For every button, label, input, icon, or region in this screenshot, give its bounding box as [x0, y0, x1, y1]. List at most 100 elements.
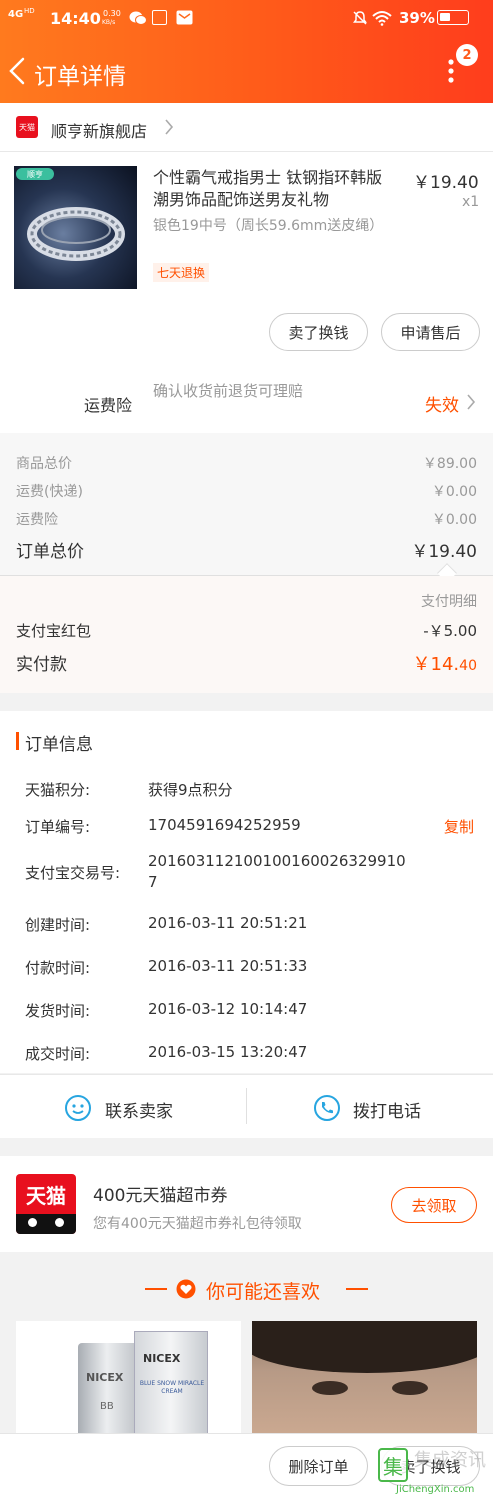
photo-hair	[252, 1321, 477, 1373]
info-label-created: 创建时间:	[25, 916, 91, 934]
goods-total-label: 商品总价	[16, 456, 72, 472]
paid-amount-yuan: ￥14.	[412, 654, 460, 675]
paid-label: 实付款	[16, 655, 67, 675]
info-label-alipay-no: 支付宝交易号:	[25, 864, 121, 882]
watermark-site: JiChengXin.com	[396, 1484, 475, 1495]
copy-button[interactable]: 复制	[444, 816, 474, 837]
back-arrow-icon[interactable]	[6, 56, 28, 90]
message-badge: 2	[456, 44, 478, 66]
ring-image	[27, 207, 125, 261]
info-value-created: 2016-03-11 20:51:21	[148, 914, 308, 932]
tmall-logo-eye	[55, 1218, 64, 1227]
insurance-label: 运费险	[84, 396, 133, 415]
net-speed: 0.30	[103, 9, 121, 18]
status-time: 14:40	[50, 9, 101, 28]
paid-amount-cents: 40	[459, 658, 477, 674]
redpacket-value: -￥5.00	[423, 622, 477, 640]
mail-icon	[176, 10, 193, 29]
tmall-logo: 天猫	[16, 1174, 76, 1234]
call-phone-button[interactable]: 拨打电话	[247, 1075, 493, 1138]
delete-order-button[interactable]: 删除订单	[269, 1446, 368, 1486]
contact-seller-button[interactable]: 联系卖家	[0, 1075, 246, 1138]
goods-total-value: ￥89.00	[422, 456, 477, 472]
info-label-shipped: 发货时间:	[25, 1002, 91, 1020]
claim-coupon-button[interactable]: 去领取	[391, 1187, 477, 1223]
chevron-right-icon[interactable]	[466, 393, 476, 415]
tmall-logo-eye	[28, 1218, 37, 1227]
thumb-shop-tag: 顺亨	[16, 168, 54, 180]
tmall-logo-face	[16, 1214, 76, 1234]
info-label-order-no: 订单编号:	[25, 818, 91, 836]
product-price: ￥19.40	[413, 173, 479, 193]
resell-button[interactable]: 卖了换钱	[269, 313, 368, 351]
chat-face-icon	[64, 1094, 92, 1126]
info-value-order-no: 1704591694252959	[148, 816, 301, 834]
battery-icon	[437, 10, 469, 25]
heart-icon	[176, 1279, 196, 1303]
insurance-desc: 确认收货前退货可理赔	[153, 382, 304, 400]
product-tube-image: NICEX BB	[78, 1343, 142, 1433]
order-total-value: ￥19.40	[411, 542, 477, 562]
redpacket-label: 支付宝红包	[16, 622, 92, 640]
call-phone-label: 拨打电话	[353, 1102, 421, 1122]
more-menu-icon[interactable]	[447, 58, 455, 88]
tube-bb-text: BB	[100, 1401, 114, 1412]
insurance-fee-value: ￥0.00	[431, 512, 477, 528]
watermark-logo: 集	[378, 1448, 408, 1482]
net-speed-unit: KB/s	[102, 19, 116, 26]
battery-percent: 39%	[399, 9, 435, 27]
shop-name[interactable]: 顺亨新旗舰店	[51, 118, 147, 142]
sim-icon	[152, 10, 167, 25]
divider	[0, 151, 493, 152]
info-value-points: 获得9点积分	[148, 781, 233, 799]
wechat-icon	[129, 10, 147, 30]
info-value-paid: 2016-03-11 20:51:33	[148, 957, 308, 975]
contact-seller-label: 联系卖家	[105, 1102, 173, 1122]
network-indicator: 4G	[8, 9, 24, 20]
product-spec: 银色19中号（周长59.6mm送皮绳）	[153, 218, 384, 234]
recommend-title: 你可能还喜欢	[206, 1281, 321, 1303]
order-total-label: 订单总价	[16, 542, 84, 562]
box-desc-text: BLUE SNOW MIRACLE CREAM	[139, 1380, 205, 1395]
info-value-shipped: 2016-03-12 10:14:47	[148, 1000, 308, 1018]
tmall-logo-text: 天猫	[26, 1184, 66, 1208]
info-value-alipay-no: 2016031121001001600263299107	[148, 852, 406, 891]
box-brand-text: NICEX	[143, 1352, 181, 1365]
recommend-product-card[interactable]: NICEX BB NICEX BLUE SNOW MIRACLE CREAM	[16, 1321, 241, 1433]
info-value-completed: 2016-03-15 13:20:47	[148, 1043, 308, 1061]
info-label-points: 天猫积分:	[25, 781, 91, 799]
payment-detail-link[interactable]: 支付明细	[421, 591, 477, 611]
title-deco-left	[145, 1288, 167, 1290]
product-qty: x1	[462, 194, 480, 210]
chevron-right-icon[interactable]	[164, 118, 174, 140]
page-title: 订单详情	[34, 64, 126, 90]
return-policy-tag: 七天退换	[153, 263, 210, 282]
section-accent-bar	[16, 732, 19, 750]
insurance-status[interactable]: 失效	[425, 391, 459, 416]
order-info-title: 订单信息	[25, 735, 93, 755]
shipping-value: ￥0.00	[431, 484, 477, 500]
after-sale-button[interactable]: 申请售后	[381, 313, 480, 351]
promo-subtitle: 您有400元天猫超市券礼包待领取	[93, 1216, 302, 1232]
info-label-paid: 付款时间:	[25, 959, 91, 977]
wifi-icon	[372, 10, 392, 30]
tube-brand-text: NICEX	[86, 1371, 124, 1384]
photo-eye	[392, 1381, 428, 1395]
photo-eye	[312, 1381, 348, 1395]
insurance-fee-label: 运费险	[16, 512, 58, 528]
hd-indicator: HD	[24, 7, 35, 15]
watermark-name: 集成资讯	[414, 1450, 486, 1471]
tmall-shop-logo: 天猫	[16, 116, 38, 138]
app-header: 4G HD 14:40 0.30 KB/s 39% 订单详情 2	[0, 0, 493, 103]
shipping-label: 运费(快递)	[16, 484, 83, 500]
title-deco-right	[346, 1288, 368, 1290]
product-thumbnail[interactable]: 顺亨	[14, 166, 137, 289]
product-title[interactable]: 个性霸气戒指男士 钛钢指环韩版潮男饰品配饰送男友礼物	[153, 167, 393, 211]
promo-title: 400元天猫超市券	[93, 1186, 228, 1206]
product-box-image: NICEX BLUE SNOW MIRACLE CREAM	[134, 1331, 208, 1433]
recommend-product-card[interactable]	[252, 1321, 477, 1433]
mute-bell-icon	[352, 10, 368, 30]
info-label-completed: 成交时间:	[25, 1045, 91, 1063]
paid-amount: ￥14.40	[413, 650, 477, 676]
phone-icon	[313, 1094, 341, 1126]
